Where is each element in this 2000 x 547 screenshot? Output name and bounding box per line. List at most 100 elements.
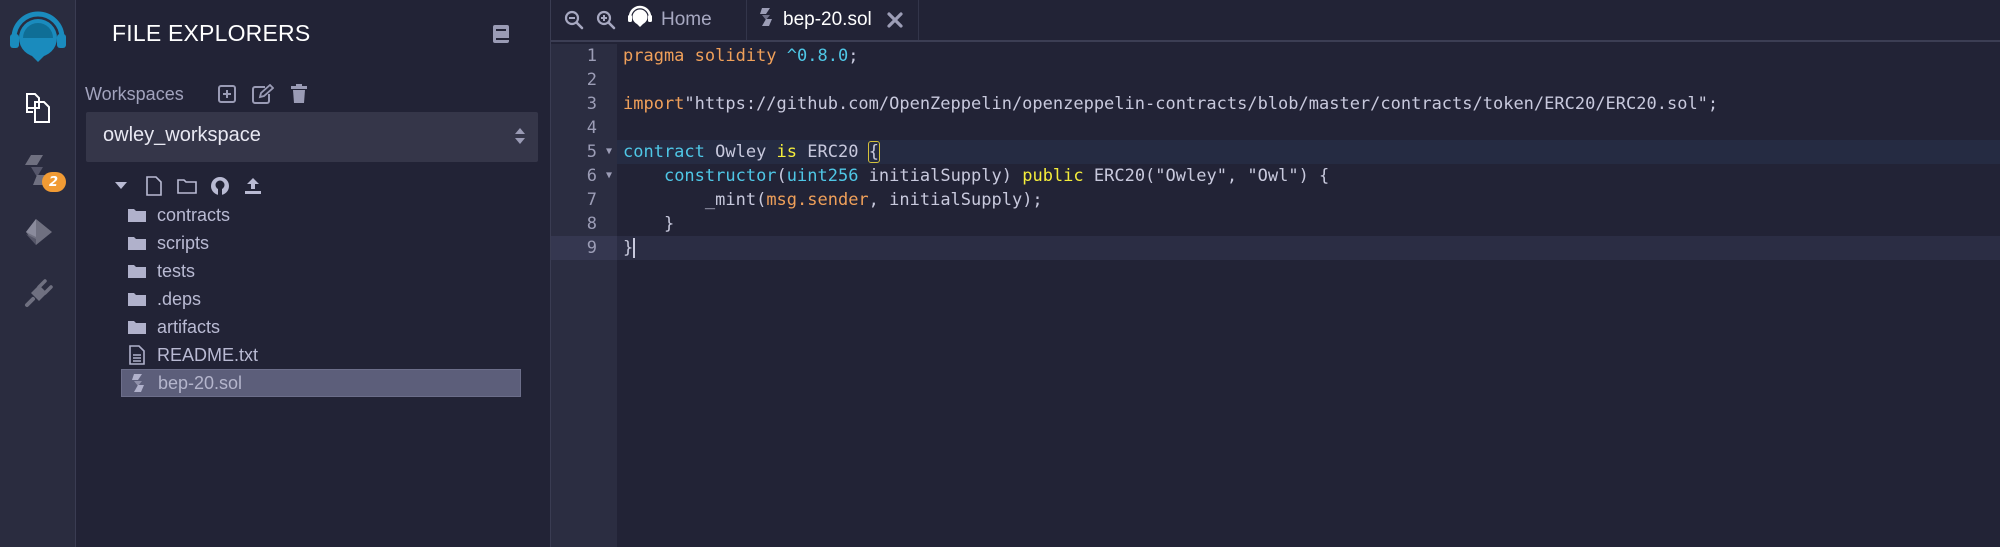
new-folder-button[interactable] <box>177 175 197 197</box>
files-icon <box>25 93 50 123</box>
new-file-button[interactable] <box>144 175 164 197</box>
code-lines[interactable]: pragma solidity ^0.8.0; import"https://g… <box>617 44 2000 547</box>
folder-icon <box>126 261 148 281</box>
github-button[interactable] <box>210 175 230 197</box>
token-identifier: ERC20 <box>797 142 869 162</box>
create-workspace-button[interactable] <box>216 83 238 105</box>
line-number: 5 <box>586 142 597 162</box>
token-keyword: pragma solidity <box>623 46 787 66</box>
rail-solidity-compiler[interactable]: 2 <box>18 150 66 192</box>
tree-item-label: scripts <box>157 232 210 253</box>
line-number: 3 <box>586 94 597 114</box>
line-number: 6 <box>586 166 597 186</box>
tree-item-readme[interactable]: README.txt <box>121 341 521 369</box>
code-line-7: _mint(msg.sender, initialSupply); <box>617 188 2000 212</box>
token-global: msg.sender <box>766 190 869 210</box>
tree-item-tests[interactable]: tests <box>121 257 521 285</box>
token-version: ^0.8.0 <box>786 46 849 66</box>
code-line-9: } <box>617 236 2000 260</box>
ethereum-icon <box>25 219 52 245</box>
code-line-8: } <box>617 212 2000 236</box>
tree-item-label: bep-20.sol <box>158 372 243 393</box>
line-number-row: 5 ▼ <box>551 140 617 164</box>
zoom-out-icon <box>564 10 584 30</box>
folder-icon <box>126 233 148 253</box>
matched-bracket: { <box>867 141 880 163</box>
token-identifier: initialSupply) <box>858 166 1023 186</box>
line-number: 4 <box>586 118 597 138</box>
token-keyword: is <box>776 142 798 162</box>
fold-toggle-icon[interactable]: ▼ <box>606 164 612 188</box>
code-line-1: pragma solidity ^0.8.0; <box>617 44 2000 68</box>
workspace-select-value: owley_workspace <box>103 124 261 146</box>
tab-file-label: bep-20.sol <box>783 9 872 30</box>
token-identifier: _mint( <box>704 190 767 210</box>
tree-item-bep20-sol[interactable]: bep-20.sol <box>121 369 521 397</box>
upload-icon <box>245 178 261 194</box>
workspaces-label: Workspaces <box>85 84 184 104</box>
code-line-6: constructor(uint256 initialSupply) publi… <box>617 164 2000 188</box>
zoom-in-button[interactable] <box>593 7 619 33</box>
tree-item-label: README.txt <box>157 344 259 365</box>
text-cursor <box>633 238 636 258</box>
tree-item-scripts[interactable]: scripts <box>121 229 521 257</box>
workspace-toolbar <box>216 83 310 105</box>
tab-home-label: Home <box>661 9 712 30</box>
token-type: uint256 <box>786 166 859 186</box>
workspace-select[interactable]: owley_workspace <box>86 112 538 162</box>
github-icon <box>211 177 229 195</box>
rail-plugin-manager[interactable] <box>18 274 58 314</box>
plus-square-icon <box>218 85 236 103</box>
remix-ide: 2 FILE EXPLORERS Workspaces owley_worksp… <box>0 0 2000 547</box>
close-tab-icon[interactable] <box>886 11 904 29</box>
tree-item-label: tests <box>157 260 196 281</box>
tree-item-deps[interactable]: .deps <box>121 285 521 313</box>
token-keyword: constructor <box>663 166 777 186</box>
remix-logo-icon[interactable] <box>6 8 70 64</box>
zoom-in-icon <box>596 10 616 30</box>
token-string: "https://github.com/OpenZeppelin/openzep… <box>684 94 1719 114</box>
line-number-row: 6 ▼ <box>551 164 617 188</box>
remix-home-icon <box>627 5 653 35</box>
token-identifier: ERC20("Owley", "Owl") { <box>1083 166 1330 186</box>
folder-icon <box>126 205 148 225</box>
rename-workspace-button[interactable] <box>252 83 274 105</box>
text-file-icon <box>126 345 148 365</box>
line-number: 7 <box>586 190 597 210</box>
plug-icon <box>24 279 53 307</box>
token-punct: ( <box>776 166 787 186</box>
rail-deploy-run[interactable] <box>18 212 58 252</box>
delete-workspace-button[interactable] <box>288 83 310 105</box>
line-number: 8 <box>586 214 597 234</box>
tab-home[interactable]: Home <box>619 0 747 40</box>
zoom-out-button[interactable] <box>561 7 587 33</box>
tab-bep20-sol[interactable]: bep-20.sol <box>747 0 919 40</box>
tree-item-artifacts[interactable]: artifacts <box>121 313 521 341</box>
documentation-book-icon[interactable] <box>492 24 510 48</box>
code-editor[interactable]: 1 2 3 4 5 ▼ 6 ▼ 7 8 9 pragma solidity ^0.8… <box>551 44 2000 547</box>
code-line-5: contract Owley is ERC20 { <box>617 140 2000 164</box>
file-tree-toolbar <box>111 175 263 197</box>
new-folder-icon <box>177 179 197 194</box>
tree-item-contracts[interactable]: contracts <box>121 201 521 229</box>
token-keyword: import <box>623 94 685 114</box>
compiler-badge: 2 <box>41 172 66 192</box>
folder-icon <box>126 289 148 309</box>
line-number: 1 <box>586 46 597 66</box>
token-punct: } <box>623 214 675 234</box>
icon-rail: 2 <box>0 0 76 547</box>
tree-item-label: contracts <box>157 204 231 225</box>
line-number: 2 <box>586 70 597 90</box>
line-number-gutter: 1 2 3 4 5 ▼ 6 ▼ 7 8 9 <box>551 44 617 547</box>
rail-file-explorer[interactable] <box>18 88 58 128</box>
editor-area: Home bep-20.sol 1 2 3 4 5 ▼ 6 ▼ 7 8 9 pr… <box>551 0 2000 547</box>
edit-icon <box>252 84 274 104</box>
upload-button[interactable] <box>243 175 263 197</box>
tree-item-label: .deps <box>157 288 202 309</box>
collapse-tree-button[interactable] <box>111 175 131 197</box>
fold-toggle-icon[interactable]: ▼ <box>606 140 612 164</box>
token-keyword: public <box>1022 166 1084 186</box>
